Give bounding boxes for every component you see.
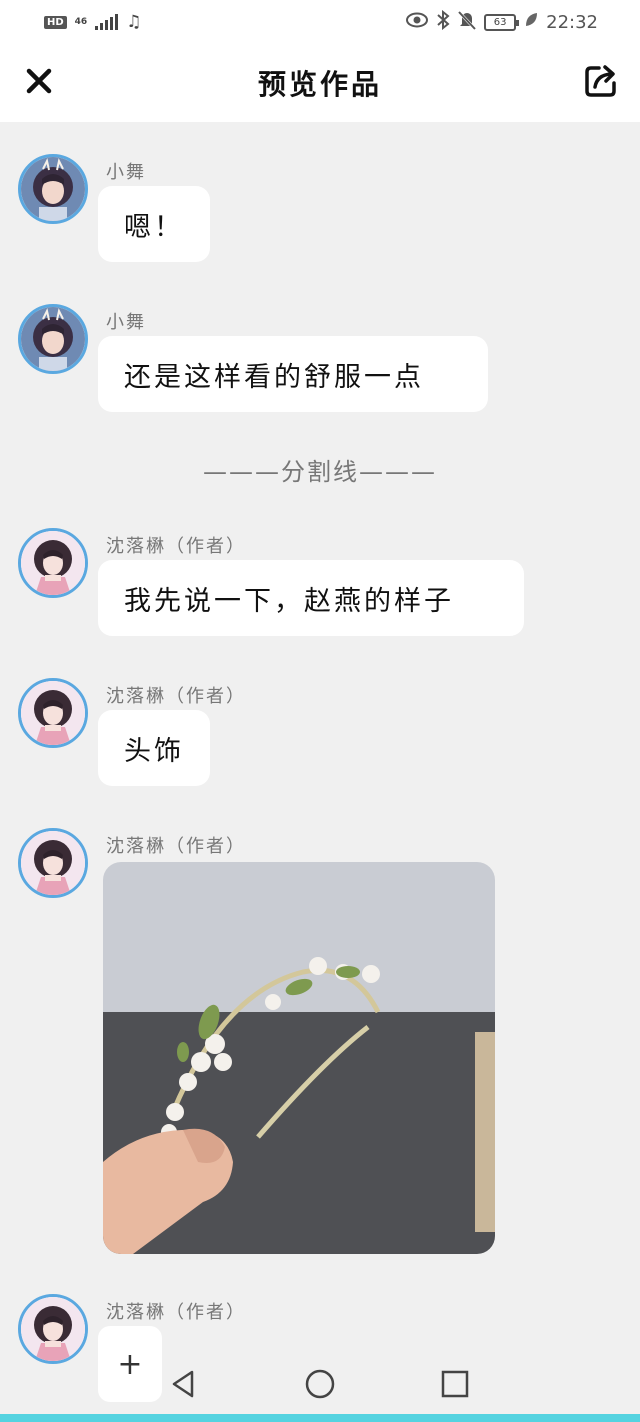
share-button[interactable] bbox=[582, 62, 620, 100]
message-bubble[interactable]: 嗯！ bbox=[98, 186, 210, 262]
message-bubble[interactable]: 我先说一下，赵燕的样子 bbox=[98, 560, 524, 636]
sender-name: 沈落楙（作者） bbox=[106, 836, 246, 857]
mute-bell-icon bbox=[458, 10, 477, 35]
message-bubble[interactable]: 还是这样看的舒服一点 bbox=[98, 336, 488, 412]
bluetooth-icon bbox=[436, 9, 450, 35]
avatar-xiaowu[interactable] bbox=[18, 154, 88, 224]
system-nav-bar bbox=[0, 1354, 640, 1422]
sender-name: 沈落楙（作者） bbox=[106, 536, 246, 557]
sender-name: 沈落楙（作者） bbox=[106, 1302, 246, 1323]
clock: 22:32 bbox=[546, 11, 598, 33]
hd-badge: HD bbox=[44, 15, 67, 29]
avatar-author[interactable] bbox=[18, 528, 88, 598]
share-icon bbox=[585, 65, 616, 97]
sender-name: 沈落楙（作者） bbox=[106, 686, 246, 707]
signal-icon bbox=[95, 14, 119, 30]
home-circle-icon bbox=[305, 1369, 335, 1399]
battery-icon: 63 bbox=[484, 13, 520, 31]
sender-name: 小舞 bbox=[106, 162, 146, 183]
avatar-xiaowu[interactable] bbox=[18, 304, 88, 374]
recents-button[interactable] bbox=[439, 1368, 471, 1400]
network-type: 46 bbox=[74, 16, 88, 27]
avatar-author[interactable] bbox=[18, 678, 88, 748]
status-bar: HD 46 ♫ 63 22:32 bbox=[0, 0, 640, 44]
bottom-accent-strip bbox=[0, 1414, 640, 1422]
music-icon: ♫ bbox=[126, 12, 142, 32]
back-button[interactable] bbox=[168, 1368, 200, 1400]
nav-bar: 预览作品 bbox=[0, 44, 640, 122]
home-button[interactable] bbox=[304, 1368, 336, 1400]
status-right: 63 22:32 bbox=[406, 9, 598, 35]
status-left: HD 46 ♫ bbox=[44, 12, 141, 32]
recents-square-icon bbox=[441, 1370, 469, 1398]
sender-name: 小舞 bbox=[106, 312, 146, 333]
page-title: 预览作品 bbox=[257, 68, 382, 101]
close-icon bbox=[26, 68, 52, 94]
hairband-photo[interactable] bbox=[103, 862, 495, 1254]
leaf-icon bbox=[524, 12, 538, 33]
eye-icon bbox=[406, 12, 429, 33]
divider-text: ———分割线——— bbox=[203, 458, 437, 486]
back-triangle-icon bbox=[172, 1370, 194, 1398]
message-bubble[interactable]: 头饰 bbox=[98, 710, 210, 786]
avatar-author[interactable] bbox=[18, 828, 88, 898]
close-button[interactable] bbox=[22, 64, 56, 98]
